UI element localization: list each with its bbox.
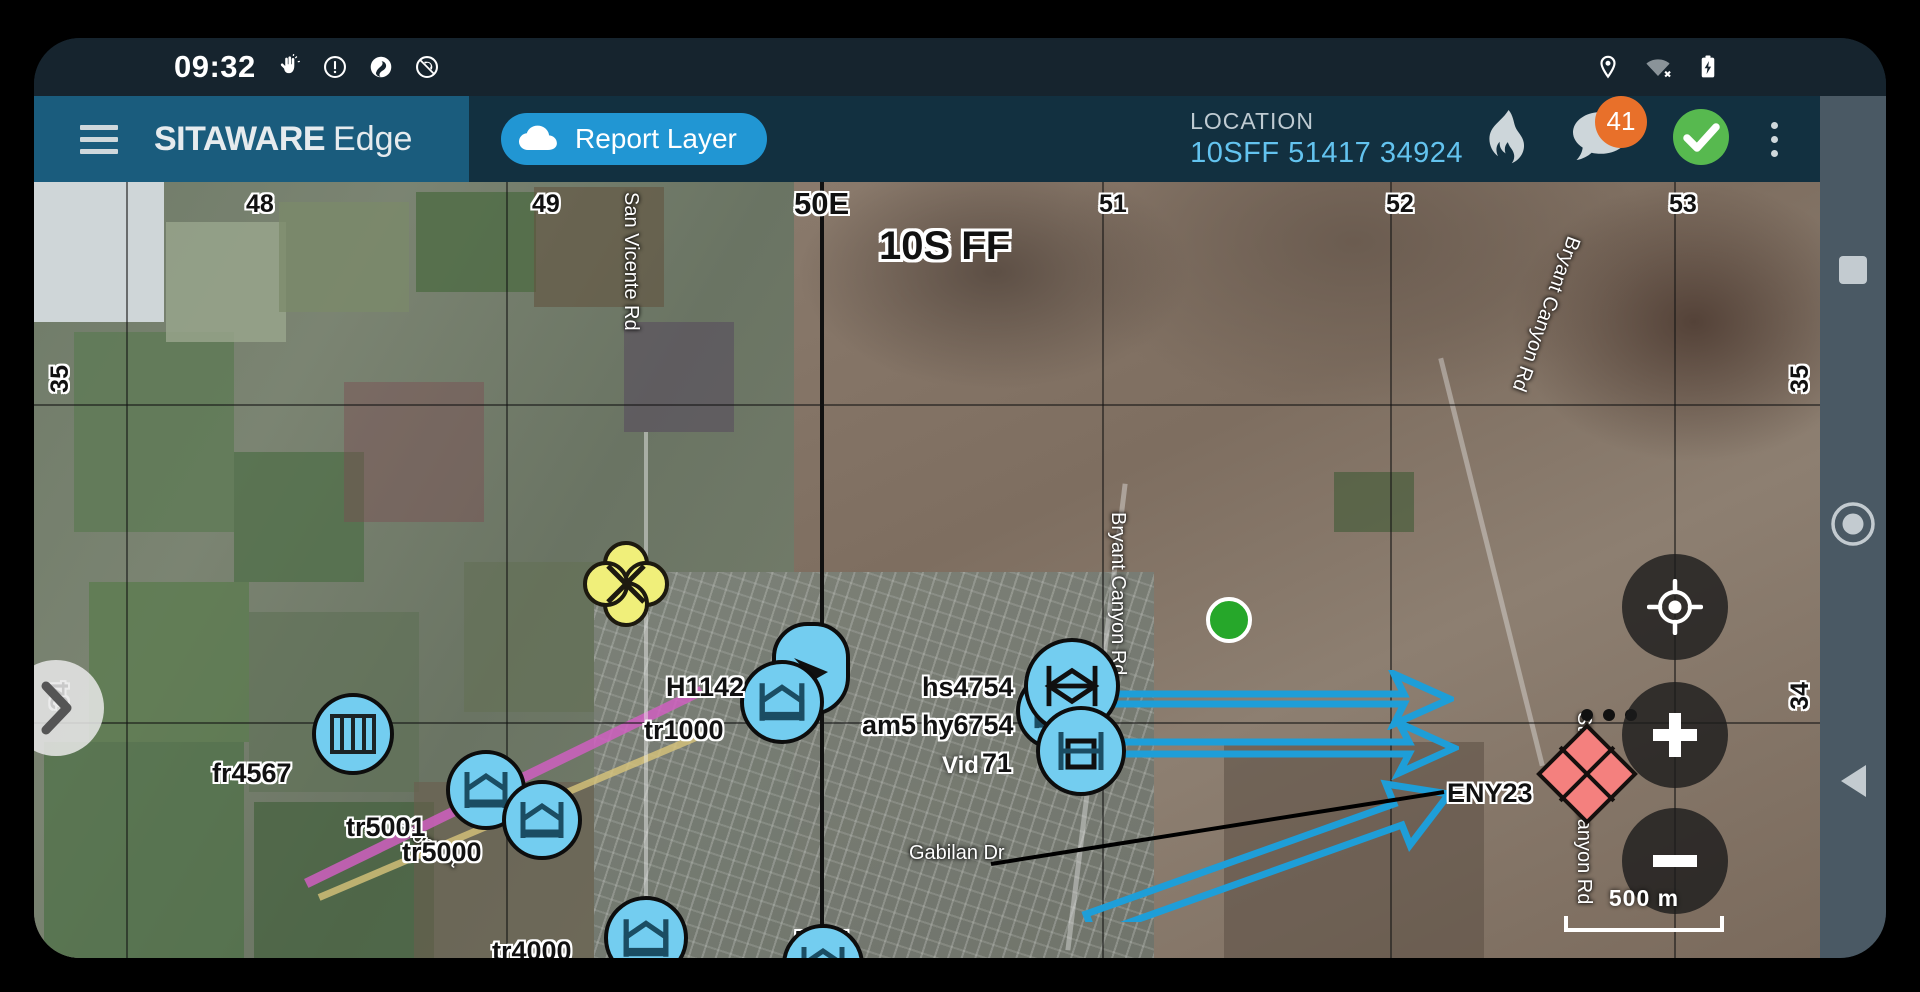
circle-home-icon[interactable] [1830, 501, 1876, 547]
grid-zone-label: 10S FF [879, 224, 1011, 268]
marker-label-hy6754: hy6754 [922, 710, 1014, 740]
battery-charging-icon [1701, 55, 1715, 78]
gps-locate-button[interactable] [1622, 554, 1728, 660]
square-recents-icon[interactable] [1836, 253, 1870, 287]
kebab-menu-icon[interactable] [1771, 121, 1778, 157]
cloud-icon [519, 125, 557, 150]
grid-label-top: 51 [1099, 190, 1127, 218]
bridge-icon [801, 947, 845, 958]
marker-label-tr4000: tr4000 [492, 936, 572, 958]
grid-label-top: 48 [246, 190, 274, 218]
grid-label-top: 50E [794, 186, 850, 221]
app-header-bar: SITAWARE Edge Report Layer LOCATION 10SFF… [34, 95, 1820, 182]
location-pin-icon [1600, 55, 1616, 79]
grid-label-top: 53 [1669, 190, 1697, 218]
grid-label-left: 35 [46, 365, 74, 393]
grid-line [126, 182, 128, 958]
tunnel-icon [1044, 665, 1100, 707]
grid-line-major [820, 182, 824, 958]
field-patch [624, 322, 734, 432]
bridge-icon [520, 802, 564, 838]
field-patch [74, 332, 234, 532]
report-layer-label: Report Layer [575, 123, 737, 154]
marker-tr5000[interactable] [502, 780, 582, 860]
obstacle-belt-icon [330, 714, 376, 754]
header-actions: 41 [1483, 95, 1784, 172]
field-patch [34, 182, 164, 322]
marker-label-am5: am5 [862, 710, 917, 740]
minus-icon [1653, 855, 1697, 867]
grid-label-right: 34 [1786, 682, 1814, 710]
grid-label-right: 35 [1786, 365, 1814, 393]
marker-label-tr5000: tr5000 [402, 837, 482, 867]
marker-label-h1142: H1142 [666, 672, 745, 702]
status-bar-left-group: 09:32 [174, 49, 440, 85]
location-value: 10SFF 51417 34924 [1190, 137, 1463, 170]
scale-bar-line [1564, 916, 1724, 932]
triangle-back-icon[interactable] [1835, 761, 1871, 801]
device-frame: 09:32 SITAWARE Edge Report Layer LOCATIO… [34, 38, 1886, 958]
chevron-right-icon [41, 681, 72, 735]
marker-label-eny23: ENY23 [1447, 778, 1533, 808]
field-patch [89, 582, 249, 742]
report-layer-button[interactable]: Report Layer [501, 113, 767, 165]
app-title-bold: SITAWARE [154, 119, 326, 158]
san-vicente-road-line [644, 432, 648, 952]
app-title-light: Edge [333, 119, 413, 158]
green-check-icon[interactable] [1671, 107, 1731, 172]
marker-hy6754[interactable] [1036, 706, 1126, 796]
road-label-san-vicente: San Vicente Rd [620, 192, 642, 331]
marker-label-hs4754: hs4754 [922, 672, 1014, 702]
map-canvas[interactable]: 48 49 50E 51 52 53 10S FF 50E 35 34 35 3… [34, 182, 1820, 958]
flame-icon[interactable] [1483, 109, 1531, 170]
status-clock: 09:32 [174, 49, 256, 84]
scale-bar: 500 m [1564, 885, 1724, 932]
marker-fr4567[interactable] [312, 693, 394, 775]
quiet-mode-icon [415, 56, 438, 78]
field-patch [344, 382, 484, 522]
brand-panel: SITAWARE Edge [34, 96, 469, 182]
android-nav-bar [1820, 96, 1886, 958]
chat-unread-badge: 41 [1595, 95, 1647, 148]
unknown-clover-icon[interactable] [582, 540, 670, 628]
grid-label-top: 49 [532, 190, 560, 218]
field-patch [166, 222, 286, 342]
do-not-disturb-icon [370, 56, 392, 78]
grid-line [1102, 182, 1104, 958]
marker-label-71: 71 [982, 748, 1013, 778]
culvert-icon [1058, 732, 1104, 770]
wifi-off-icon [1646, 59, 1671, 78]
field-patch [1334, 472, 1414, 532]
marker-label-fr4567: fr4567 [212, 758, 292, 788]
green-dot-icon[interactable] [1206, 597, 1252, 643]
android-status-bar: 09:32 [34, 38, 1886, 96]
grid-line [1390, 182, 1392, 958]
road-label-gabilan-dr: Gabilan Dr [909, 842, 1005, 864]
zoom-in-button[interactable] [1622, 682, 1728, 788]
marker-label-tr1000: tr1000 [644, 715, 724, 745]
marker-label-vid: Vid [942, 752, 979, 779]
map-imagery: 48 49 50E 51 52 53 10S FF 50E 35 34 35 3… [34, 182, 1820, 958]
exclamation-circle-icon [323, 56, 346, 78]
bridge-icon [464, 772, 508, 808]
field-patch [279, 202, 409, 312]
status-bar-right-group [1595, 52, 1721, 82]
location-label: LOCATION [1190, 107, 1314, 134]
app-title: SITAWARE Edge [154, 120, 412, 159]
marker-tr1000[interactable] [740, 660, 824, 744]
hamburger-menu-icon[interactable] [80, 124, 118, 154]
grid-line [34, 404, 1820, 406]
road-label-bryant-canyon: Bryant Canyon Rd [1107, 512, 1129, 676]
bridge-icon [759, 683, 805, 721]
chat-bubble-icon[interactable]: 41 [1571, 95, 1647, 169]
scale-bar-label: 500 m [1608, 885, 1680, 911]
grid-label-top: 52 [1386, 190, 1414, 218]
plus-icon [1653, 713, 1697, 757]
field-patch [416, 192, 536, 292]
location-readout[interactable]: LOCATION 10SFF 51417 34924 [1190, 107, 1463, 172]
clap-hands-icon [280, 54, 300, 74]
field-patch [1224, 742, 1484, 958]
bridge-icon [623, 919, 669, 957]
gps-crosshair-icon [1647, 579, 1703, 635]
